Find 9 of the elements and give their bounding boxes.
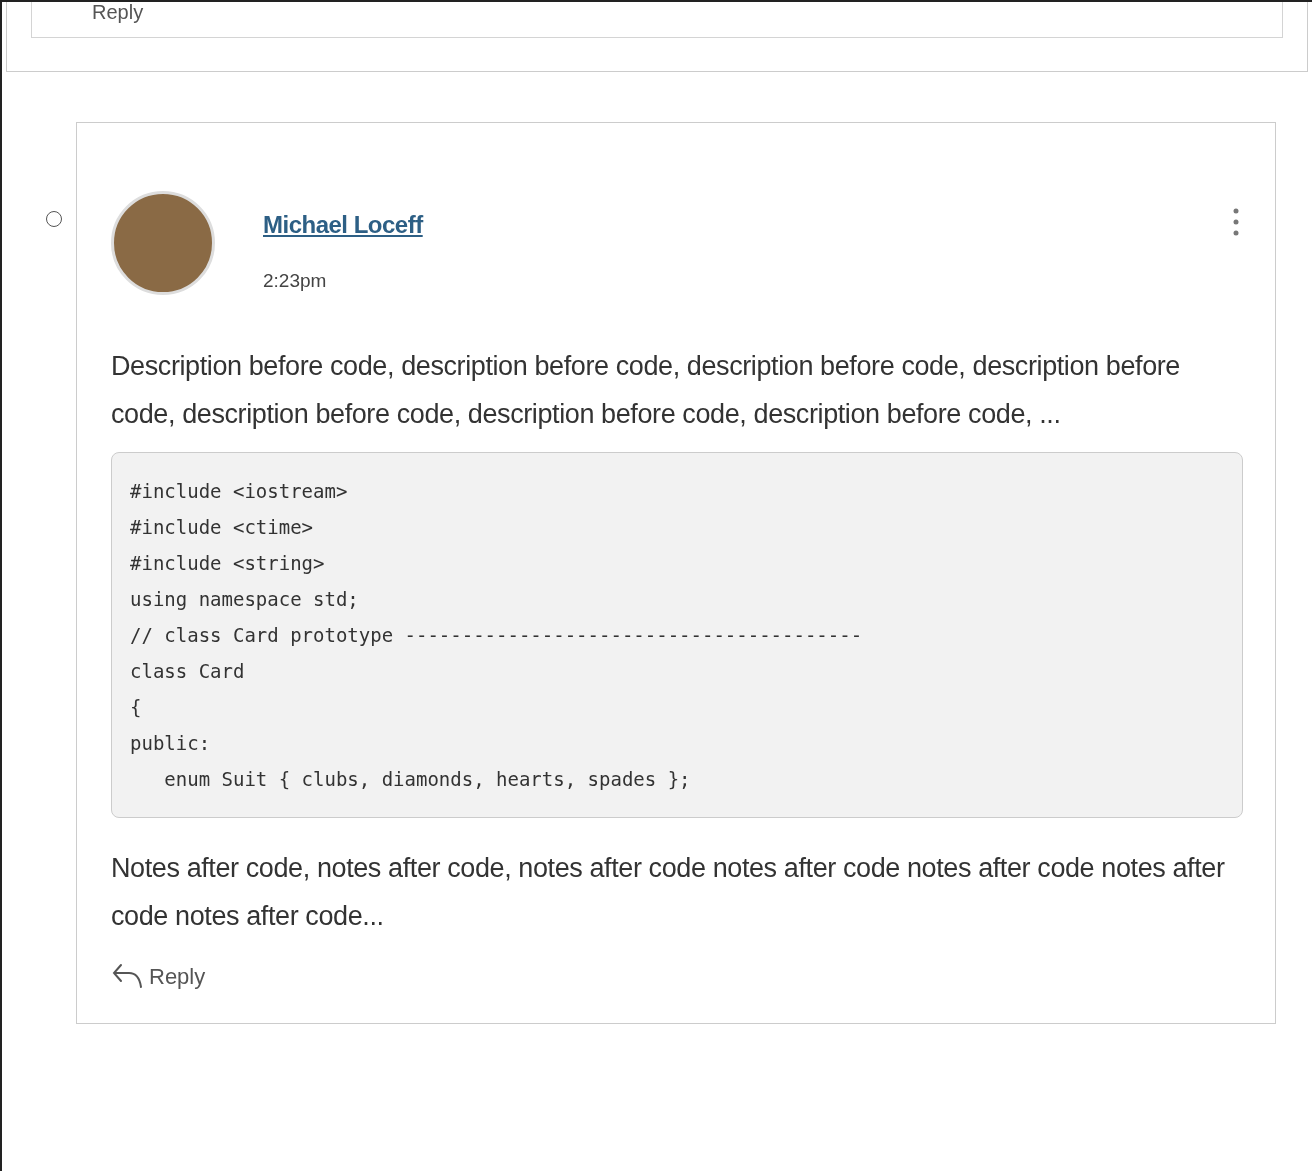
reply-arrow-icon xyxy=(111,961,145,991)
notes-text: Notes after code, notes after code, notes after code notes after code notes after code notes after code notes after code... xyxy=(111,851,1226,933)
reply-link[interactable]: Reply xyxy=(92,3,144,21)
post-time: 2:23pm xyxy=(263,269,328,293)
code-block: #include <iostream> #include <ctime> #include <string> using namespace std; // class Card prototype ---------------------------------------- class Card { public: enum Suit { clubs, diamonds, hearts, spades }; xyxy=(111,451,1243,818)
author-link[interactable]: Michael Loceff xyxy=(263,211,423,238)
reply-link[interactable]: Reply xyxy=(111,959,206,993)
unread-indicator[interactable] xyxy=(46,211,62,227)
description-text: Description before code, description before code, description before code, description before code, description before code, description before code, description before code, ... xyxy=(111,349,1181,431)
